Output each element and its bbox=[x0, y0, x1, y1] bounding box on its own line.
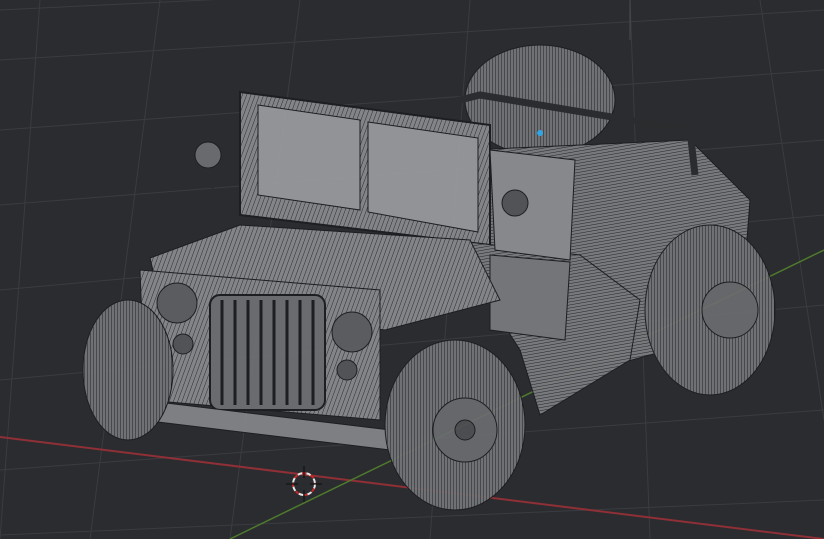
viewport-canvas[interactable] bbox=[0, 0, 824, 539]
3d-viewport[interactable] bbox=[0, 0, 824, 539]
grille[interactable] bbox=[209, 294, 326, 411]
front-right-hub-cap bbox=[454, 419, 476, 441]
headlight-left[interactable] bbox=[156, 282, 198, 324]
rear-hub bbox=[701, 281, 759, 339]
turn-light-left bbox=[172, 333, 194, 355]
turn-light-right bbox=[336, 359, 358, 381]
seat-box[interactable] bbox=[489, 254, 571, 341]
windshield-glass-right bbox=[367, 121, 479, 233]
seat-mirror bbox=[501, 189, 529, 217]
front-left-wheel[interactable] bbox=[82, 299, 174, 441]
windshield-glass-left bbox=[257, 104, 361, 211]
side-mirror[interactable] bbox=[194, 141, 222, 169]
jeep-mesh[interactable] bbox=[82, 44, 776, 511]
object-origin-dot[interactable] bbox=[537, 130, 543, 136]
headlight-right[interactable] bbox=[331, 311, 373, 353]
mirror-arm bbox=[207, 167, 216, 201]
